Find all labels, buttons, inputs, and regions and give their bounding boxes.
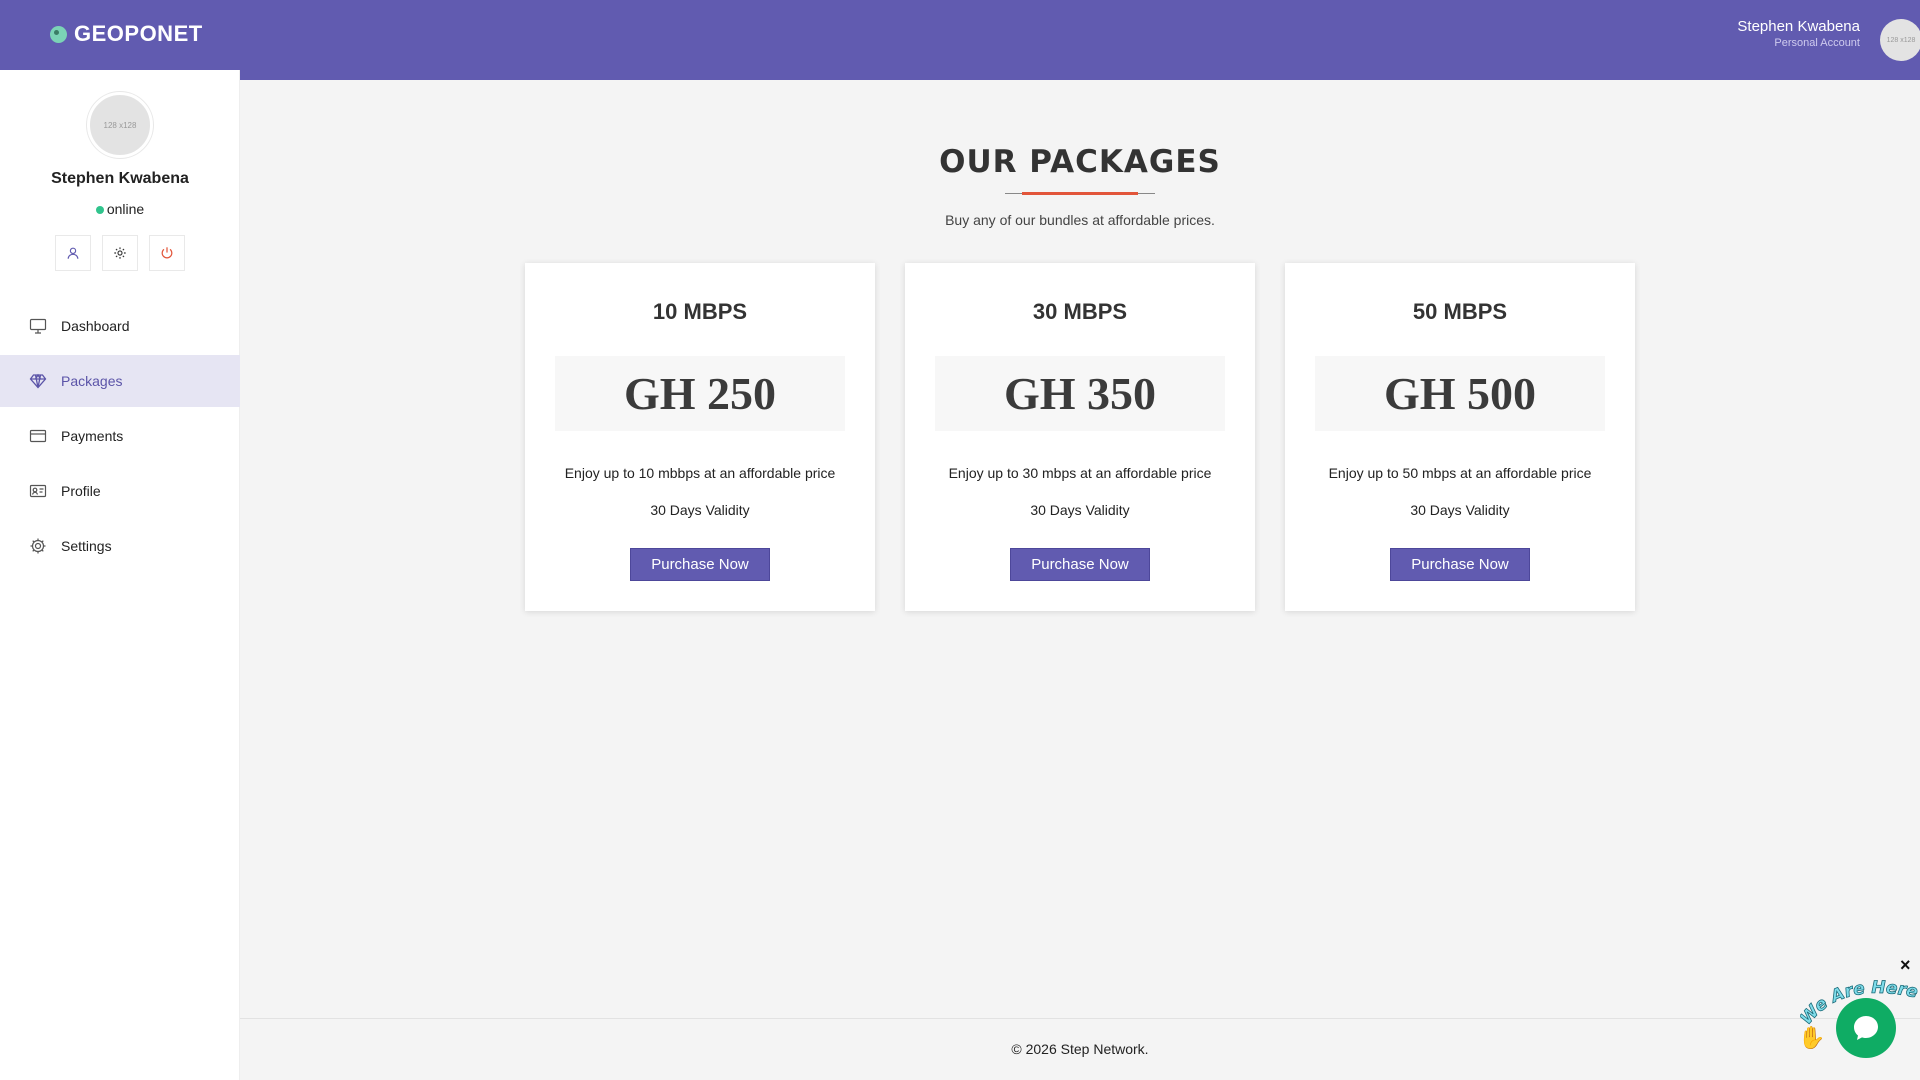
- price-box: GH 250: [555, 356, 845, 431]
- sidebar-item-label: Settings: [61, 538, 112, 554]
- sidebar-item-payments[interactable]: Payments: [0, 410, 240, 462]
- sidebar-item-label: Dashboard: [61, 318, 130, 334]
- sidebar: 128 x128 Stephen Kwabena online Dashboar…: [0, 70, 240, 1080]
- sidebar-item-label: Packages: [61, 373, 123, 389]
- page-subtitle: Buy any of our bundles at affordable pri…: [945, 212, 1215, 228]
- monitor-icon: [28, 316, 48, 336]
- package-price: GH 500: [1383, 368, 1537, 419]
- package-card-30mbps: 30 MBPS GH 350 Enjoy up to 30 mbps at an…: [905, 263, 1255, 611]
- package-card-10mbps: 10 MBPS GH 250 Enjoy up to 10 mbbps at a…: [525, 263, 875, 611]
- top-header: GEOPONET Stephen Kwabena Personal Accoun…: [0, 0, 1920, 80]
- package-description: Enjoy up to 50 mbps at an affordable pri…: [1328, 465, 1592, 481]
- status-label: online: [106, 201, 145, 217]
- credit-card-icon: [28, 426, 48, 446]
- header-user-name: Stephen Kwabena: [1737, 18, 1860, 35]
- package-card-50mbps: 50 MBPS GH 500 Enjoy up to 50 mbps at an…: [1285, 263, 1635, 611]
- purchase-now-button[interactable]: Purchase Now: [1390, 548, 1530, 581]
- price-box: GH 500: [1315, 356, 1605, 431]
- chat-close-button[interactable]: ×: [1900, 955, 1911, 976]
- sidebar-actions: [55, 235, 185, 271]
- waving-hand-icon: ✋: [1798, 1025, 1826, 1050]
- page-title: OUR PACKAGES: [939, 144, 1221, 180]
- package-name: 10 MBPS: [652, 299, 748, 324]
- package-validity: 30 Days Validity: [1410, 502, 1510, 518]
- package-price: GH 350: [1003, 368, 1157, 419]
- sidebar-avatar: 128 x128: [87, 92, 153, 158]
- chat-bubble-icon: [1854, 1016, 1878, 1040]
- id-card-icon: [28, 481, 48, 501]
- brand-name: GEOPONET: [74, 21, 203, 46]
- power-icon: [161, 247, 173, 259]
- header-avatar[interactable]: 128 x128: [1880, 19, 1920, 61]
- sidebar-item-packages[interactable]: Packages: [0, 355, 240, 407]
- package-price: GH 250: [623, 368, 777, 419]
- purchase-now-button[interactable]: Purchase Now: [1010, 548, 1150, 581]
- package-description: Enjoy up to 10 mbbps at an affordable pr…: [564, 465, 836, 481]
- package-validity: 30 Days Validity: [1030, 502, 1130, 518]
- gear-icon: [28, 536, 48, 556]
- settings-button[interactable]: [102, 235, 138, 271]
- brand-logo[interactable]: GEOPONET: [50, 21, 203, 46]
- sidebar-user-name: Stephen Kwabena: [51, 170, 189, 187]
- user-icon: [67, 247, 79, 259]
- user-status: online: [0, 201, 240, 217]
- sidebar-item-label: Payments: [61, 428, 124, 444]
- package-name: 30 MBPS: [1032, 299, 1128, 324]
- diamond-icon: [28, 371, 48, 391]
- header-account-type: Personal Account: [1774, 37, 1860, 49]
- sidebar-nav: Dashboard Packages Payments Profile Sett…: [0, 300, 240, 575]
- package-validity: 30 Days Validity: [650, 502, 750, 518]
- sidebar-item-label: Profile: [61, 483, 101, 499]
- header-user-info[interactable]: Stephen Kwabena Personal Account: [1737, 18, 1860, 49]
- package-name: 50 MBPS: [1412, 299, 1508, 324]
- main-content: OUR PACKAGES Buy any of our bundles at a…: [240, 80, 1920, 1018]
- title-divider: [1005, 192, 1155, 195]
- globe-icon: [50, 25, 67, 43]
- footer: © 2026 Step Network.: [240, 1018, 1920, 1080]
- sidebar-item-dashboard[interactable]: Dashboard: [0, 300, 240, 352]
- online-dot-icon: [95, 206, 104, 215]
- sidebar-item-profile[interactable]: Profile: [0, 465, 240, 517]
- profile-button[interactable]: [55, 235, 91, 271]
- package-description: Enjoy up to 30 mbps at an affordable pri…: [948, 465, 1212, 481]
- package-cards: 10 MBPS GH 250 Enjoy up to 10 mbbps at a…: [525, 263, 1635, 611]
- purchase-now-button[interactable]: Purchase Now: [630, 548, 770, 581]
- gear-icon: [114, 247, 126, 259]
- copyright-text: © 2026 Step Network.: [1011, 1041, 1149, 1057]
- chat-open-button[interactable]: [1836, 998, 1896, 1058]
- logout-button[interactable]: [149, 235, 185, 271]
- price-box: GH 350: [935, 356, 1225, 431]
- sidebar-item-settings[interactable]: Settings: [0, 520, 240, 572]
